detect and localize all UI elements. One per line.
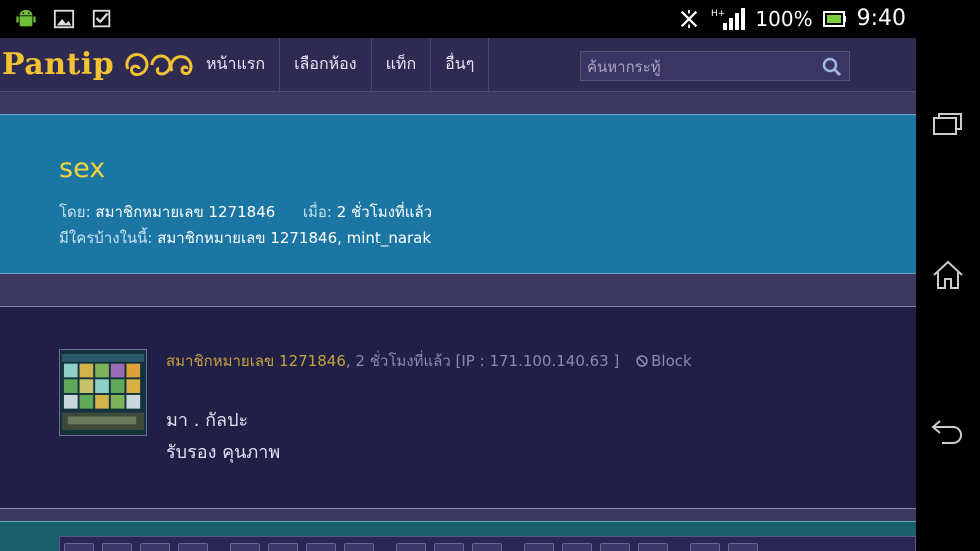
toolbar-button[interactable] [524,543,554,551]
block-label: Block [651,352,692,370]
menu-tags[interactable]: แท็ก [372,38,432,91]
block-link[interactable]: Block [636,352,692,370]
comment-time-ip: , 2 ชั่วโมงที่แล้ว [IP : 171.100.140.63 … [345,352,620,370]
android-icon [16,9,36,27]
reply-editor [0,521,916,551]
gallery-icon [53,9,75,29]
browser-content: Pantip หน้าแรก เลือกห้อง แท็ก อื่นๆ sex … [0,38,916,551]
battery-percent: 100% [755,6,813,31]
search-box [580,51,850,82]
topic-meta: โดย: สมาชิกหมายเลข 1271846 เมื่อ: 2 ชั่ว… [59,200,432,224]
comment-body-line1: มา . กัลปะ [166,410,249,431]
menu-choose-room[interactable]: เลือกห้อง [280,38,372,91]
search-icon[interactable] [821,56,843,78]
participants-list[interactable]: สมาชิกหมายเลข 1271846, mint_narak [157,229,431,247]
topic-header: sex โดย: สมาชิกหมายเลข 1271846 เมื่อ: 2 … [0,114,916,274]
toolbar-button[interactable] [178,543,208,551]
logo-text: Pantip [2,46,115,82]
checkbox-icon [92,9,111,28]
who-label: มีใครบ้างในนี้: [59,229,153,247]
notification-icons [14,8,114,30]
toolbar-button[interactable] [344,543,374,551]
comment-body-line2: รับรอง คุนภาพ [166,442,281,463]
toolbar-button[interactable] [728,543,758,551]
toolbar-button[interactable] [562,543,592,551]
toolbar-button[interactable] [268,543,298,551]
system-indicators: H+ 100% 9:40 [677,6,906,31]
menu-more[interactable]: อื่นๆ [431,38,490,91]
topic-time: 2 ชั่วโมงที่แล้ว [336,203,433,221]
editor-toolbar [59,536,916,551]
signal-type: H+ [711,9,725,19]
toolbar-button[interactable] [140,543,170,551]
android-nav-bar [916,0,980,551]
comment: สมาชิกหมายเลข 1271846, 2 ชั่วโมงที่แล้ว … [0,306,916,509]
comment-author[interactable]: สมาชิกหมายเลข 1271846 [166,352,346,370]
toolbar-button[interactable] [690,543,720,551]
block-icon [636,355,648,367]
topic-title: sex [59,153,106,184]
comment-meta: สมาชิกหมายเลข 1271846, 2 ชั่วโมงที่แล้ว … [166,349,692,373]
site-header: Pantip หน้าแรก เลือกห้อง แท็ก อื่นๆ [0,38,916,92]
by-label: โดย: [59,203,91,221]
logo-thai-mark [125,52,193,76]
home-icon[interactable] [930,257,966,293]
recents-icon[interactable] [930,106,966,142]
battery-icon [822,10,846,27]
status-bar: H+ 100% 9:40 [0,0,916,38]
nfc-icon [681,9,698,28]
menu-home[interactable]: หน้าแรก [192,38,281,91]
toolbar-button[interactable] [102,543,132,551]
toolbar-button[interactable] [638,543,668,551]
toolbar-button[interactable] [230,543,260,551]
topic-participants: มีใครบ้างในนี้: สมาชิกหมายเลข 1271846, m… [59,226,431,250]
topic-author[interactable]: สมาชิกหมายเลข 1271846 [95,203,275,221]
clock: 9:40 [856,6,906,31]
site-logo[interactable]: Pantip [2,44,196,84]
back-icon[interactable] [930,412,966,448]
signal-icon: H+ [711,7,746,30]
main-menu: หน้าแรก เลือกห้อง แท็ก อื่นๆ [192,38,490,91]
toolbar-button[interactable] [434,543,464,551]
toolbar-button[interactable] [600,543,630,551]
avatar[interactable] [59,349,147,436]
toolbar-button[interactable] [396,543,426,551]
search-input[interactable] [581,52,819,82]
when-label: เมื่อ: [302,203,332,221]
toolbar-button[interactable] [472,543,502,551]
toolbar-button[interactable] [64,543,94,551]
toolbar-button[interactable] [306,543,336,551]
